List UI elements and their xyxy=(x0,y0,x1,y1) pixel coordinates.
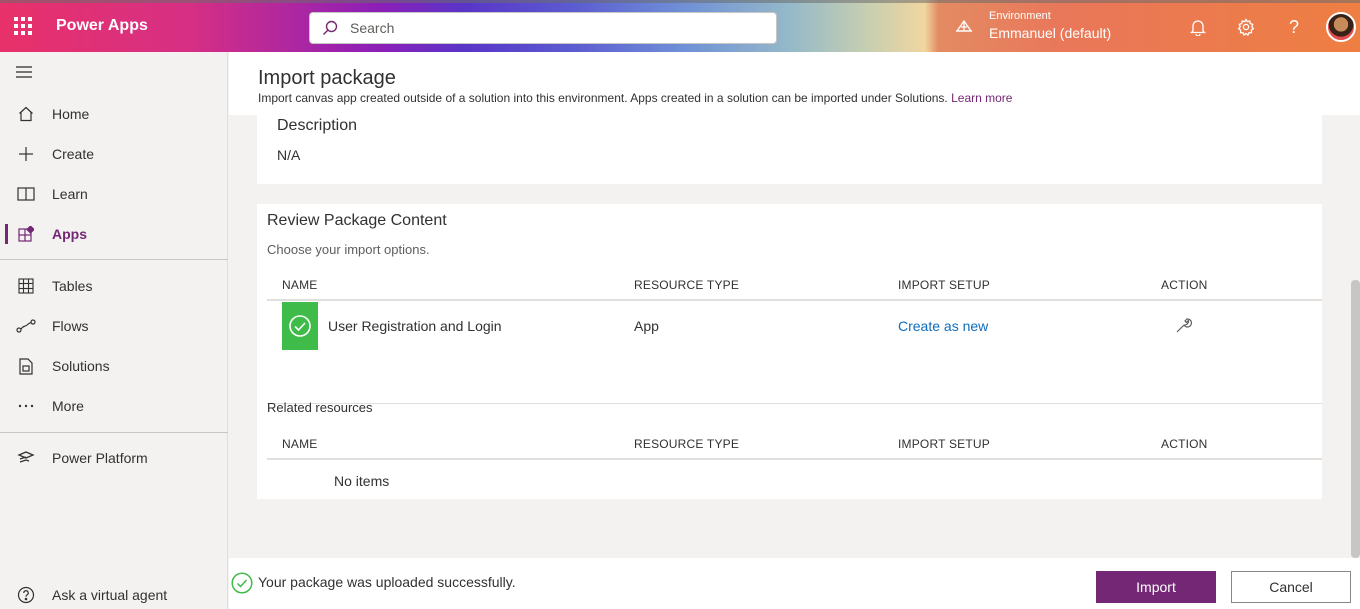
learn-more-link[interactable]: Learn more xyxy=(951,91,1012,105)
sidebar-item-create[interactable]: Create xyxy=(0,134,228,174)
plus-icon xyxy=(0,146,52,162)
description-title: Description xyxy=(277,117,358,134)
sidebar-item-tables[interactable]: Tables xyxy=(0,266,228,306)
notifications-icon[interactable] xyxy=(1187,16,1209,38)
scrollbar[interactable] xyxy=(1351,280,1360,558)
top-bar: Power Apps Environment Emmanuel (default… xyxy=(0,0,1360,52)
environment-name: Emmanuel (default) xyxy=(989,25,1112,41)
sidebar-item-power-platform[interactable]: Power Platform xyxy=(0,438,228,478)
flow-icon xyxy=(0,319,52,333)
column-header-import-setup: IMPORT SETUP xyxy=(898,278,990,292)
sidebar-item-label: Solutions xyxy=(52,358,110,374)
row-resource-type: App xyxy=(634,318,659,334)
ellipsis-icon xyxy=(0,404,52,408)
upload-status-message: Your package was uploaded successfully. xyxy=(258,574,516,590)
page-title: Import package xyxy=(258,67,396,89)
empty-state-text: No items xyxy=(334,473,390,489)
environment-icon xyxy=(954,16,974,41)
help-icon[interactable]: ? xyxy=(1283,16,1305,38)
review-package-card: Review Package Content Choose your impor… xyxy=(257,204,1322,499)
table-header-divider xyxy=(267,299,1322,301)
page-subtitle-text: Import canvas app created outside of a s… xyxy=(258,91,948,105)
related-column-header-import-setup: IMPORT SETUP xyxy=(898,437,990,451)
sidebar-item-label: Create xyxy=(52,146,95,162)
solution-icon xyxy=(0,357,52,375)
sidebar-item-flows[interactable]: Flows xyxy=(0,306,228,346)
environment-label: Environment xyxy=(989,10,1051,22)
page-subtitle: Import canvas app created outside of a s… xyxy=(258,91,1012,105)
sidebar-item-apps[interactable]: Apps xyxy=(0,214,228,254)
sidebar-item-solutions[interactable]: Solutions xyxy=(0,346,228,386)
cancel-button[interactable]: Cancel xyxy=(1231,571,1351,603)
sidebar-item-learn[interactable]: Learn xyxy=(0,174,228,214)
sidebar-item-label: Home xyxy=(52,106,90,122)
left-nav: Home Create Learn Apps Tables Flows Solu… xyxy=(0,52,228,609)
create-as-new-link[interactable]: Create as new xyxy=(898,318,988,334)
power-platform-icon xyxy=(0,450,52,466)
sidebar-item-label: Ask a virtual agent xyxy=(52,587,168,603)
sidebar-item-label: Learn xyxy=(52,186,88,202)
help-circle-icon xyxy=(0,586,52,604)
search-input[interactable] xyxy=(350,20,750,36)
related-column-header-resource-type: RESOURCE TYPE xyxy=(634,437,740,451)
settings-icon[interactable] xyxy=(1235,16,1257,38)
sidebar-item-label: More xyxy=(52,398,84,414)
nav-divider xyxy=(0,259,228,260)
column-header-action: ACTION xyxy=(1161,278,1208,292)
search-icon xyxy=(310,13,350,43)
sidebar-item-label: Apps xyxy=(52,226,87,242)
sidebar-item-more[interactable]: More xyxy=(0,386,228,426)
app-launcher-button[interactable] xyxy=(0,0,46,52)
hamburger-icon xyxy=(0,66,48,78)
related-header-divider xyxy=(267,458,1322,460)
description-card: Description N/A xyxy=(257,115,1322,184)
import-button[interactable]: Import xyxy=(1096,571,1216,603)
footer-bar: Your package was uploaded successfully. … xyxy=(229,558,1360,609)
description-value: N/A xyxy=(277,147,301,163)
avatar[interactable] xyxy=(1326,12,1356,42)
review-subtitle: Choose your import options. xyxy=(267,242,430,257)
success-check-icon xyxy=(231,572,253,599)
search-box[interactable] xyxy=(309,12,777,44)
sidebar-item-home[interactable]: Home xyxy=(0,94,228,134)
apps-icon xyxy=(0,226,52,242)
waffle-icon xyxy=(14,17,32,35)
page-header: Import package Import canvas app created… xyxy=(229,52,1360,115)
table-icon xyxy=(0,278,52,294)
app-name[interactable]: Power Apps xyxy=(56,17,148,35)
related-column-header-name: NAME xyxy=(282,437,318,451)
main-panel: Import package Import canvas app created… xyxy=(229,52,1360,609)
row-name: User Registration and Login xyxy=(328,318,502,334)
nav-toggle-button[interactable] xyxy=(0,52,228,92)
nav-divider xyxy=(0,432,228,433)
row-divider xyxy=(267,403,1322,404)
sidebar-item-label: Power Platform xyxy=(52,450,148,466)
related-resources-title: Related resources xyxy=(267,400,373,415)
review-title: Review Package Content xyxy=(267,212,447,229)
sidebar-item-virtual-agent[interactable]: Ask a virtual agent xyxy=(0,575,228,609)
status-success-icon xyxy=(282,302,318,350)
wrench-icon[interactable] xyxy=(1175,316,1193,339)
sidebar-item-label: Tables xyxy=(52,278,93,294)
column-header-name: NAME xyxy=(282,278,318,292)
sidebar-item-label: Flows xyxy=(52,318,89,334)
book-icon xyxy=(0,186,52,202)
column-header-resource-type: RESOURCE TYPE xyxy=(634,278,740,292)
related-column-header-action: ACTION xyxy=(1161,437,1208,451)
home-icon xyxy=(0,106,52,122)
